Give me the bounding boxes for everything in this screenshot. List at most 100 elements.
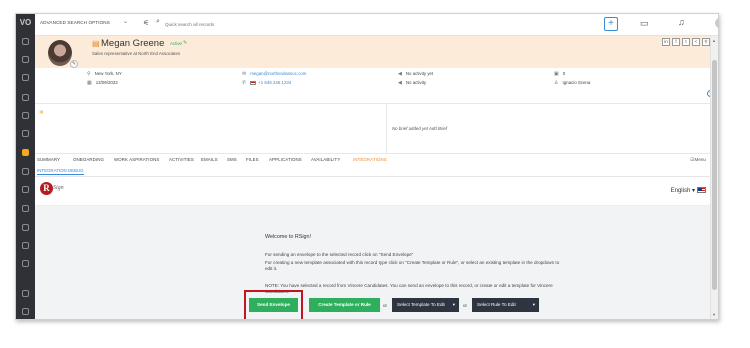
tab-work-aspirations[interactable]: WORK ASPIRATIONS (114, 157, 159, 162)
chat-icon[interactable]: ▭ (640, 18, 649, 29)
count: ▣ 0 (554, 71, 565, 77)
settings-icon[interactable] (22, 290, 29, 297)
tab-files[interactable]: FILES (246, 157, 259, 162)
menu-button[interactable]: ☑Menu (690, 157, 706, 163)
language-selector[interactable]: English ▾ (671, 187, 706, 194)
pin-icon: ⚲ (87, 71, 91, 77)
link-icon[interactable]: ⚲ (702, 38, 710, 46)
dollar-icon[interactable] (22, 168, 29, 175)
tab-sms[interactable]: SMS (227, 157, 237, 162)
chevron-down-icon: ▾ (691, 188, 695, 194)
count-value: 0 (562, 71, 566, 76)
candidate-subtitle: Sales representative at North End Associ… (92, 51, 181, 56)
add-button[interactable]: + (604, 17, 618, 31)
candidate-photo (48, 40, 72, 66)
email-value[interactable]: megan@northendassoc.com (250, 71, 306, 76)
instruction-send: For sending an envelope to the selected … (265, 252, 414, 257)
instruction-create: For creating a new template associated w… (265, 260, 560, 272)
select-template-dropdown[interactable]: Select Template To Edit ▾ (392, 298, 459, 312)
app-window: VO ADVANCED SEARCH OPTIONS ⌄ ⚟ ⌕ + ▭ ♫ ▾… (15, 13, 719, 320)
jobs-icon[interactable] (22, 130, 29, 137)
sidebar: VO (16, 14, 35, 319)
subtab-bar: INTEGRATION DEBUG (35, 166, 710, 177)
status-badge: Active (170, 41, 182, 46)
brief-text[interactable]: No brief added yet Add Brief (392, 126, 447, 131)
settings-icon[interactable]: ✲ (39, 110, 44, 116)
tab-availability[interactable]: AVAILABILITY (311, 157, 340, 162)
user-icon: ♙ (554, 80, 559, 86)
select-rule-dropdown[interactable]: Select Rule To Edit ▾ (472, 298, 539, 312)
cloud-icon[interactable] (22, 56, 29, 63)
select-rule-label: Select Rule To Edit (477, 302, 516, 307)
create-template-button[interactable]: Create Template or Rule (309, 298, 380, 312)
briefcase-icon: ▣ (554, 71, 559, 77)
location: ⚲ New York, NY (87, 71, 122, 77)
phone-value[interactable]: +1 646 245 1234 (258, 80, 291, 85)
info-grid: ⚲ New York, NY ▦ 13/09/2023 ✉ megan@northen… (35, 68, 714, 104)
apps-icon[interactable] (22, 260, 29, 267)
facebook-icon[interactable]: f (672, 38, 680, 46)
us-flag-icon (697, 187, 706, 194)
scroll-down-icon[interactable]: ▼ (712, 312, 716, 317)
candidate-name: Megan Greene (101, 38, 165, 49)
chevron-down-icon[interactable]: ⌄ (123, 18, 128, 25)
tab-activities[interactable]: ACTIVITIES (169, 157, 194, 162)
owner-value: Ignacio Scena (562, 80, 591, 85)
top-bar: ADVANCED SEARCH OPTIONS ⌄ ⚟ ⌕ + ▭ ♫ ▾ (35, 14, 718, 36)
mail-icon[interactable] (22, 205, 29, 212)
email-icon: ✉ (242, 71, 247, 77)
or-label: or (463, 303, 468, 308)
megaphone-icon: ◀ (398, 71, 402, 77)
us-flag-icon (250, 80, 257, 85)
owner: ♙ Ignacio Scena (554, 80, 590, 86)
tab-summary[interactable]: SUMMARY (37, 157, 60, 162)
bell-icon[interactable]: ♫ (678, 17, 685, 27)
building-icon[interactable] (22, 94, 29, 101)
contacts-icon[interactable] (22, 112, 29, 119)
tab-emails[interactable]: EMAILS (201, 157, 218, 162)
scrollbar[interactable]: ▲ ▼ (710, 36, 718, 319)
app-logo[interactable]: VO (18, 17, 33, 29)
reports-icon[interactable] (22, 242, 29, 249)
search-icon: ⌕ (156, 18, 160, 25)
scroll-thumb[interactable] (712, 60, 717, 290)
calendar-icon: ▦ (87, 80, 92, 86)
tab-onboarding[interactable]: ONBOARDING (73, 157, 104, 162)
email[interactable]: ✉ megan@northendassoc.com (242, 71, 306, 77)
send-envelope-button[interactable]: Send Envelope (249, 298, 298, 312)
user-avatar[interactable] (715, 18, 718, 28)
brief-panel: ✲ No brief added yet Add Brief (35, 104, 710, 154)
welcome-heading: Welcome to RSign! (265, 234, 312, 240)
location-value: New York, NY (94, 71, 122, 76)
tools-icon[interactable] (22, 308, 29, 315)
scroll-up-icon[interactable]: ▲ (712, 38, 716, 43)
or-label: or (383, 303, 388, 308)
linkedin-icon[interactable]: in (662, 38, 670, 46)
twitter-icon[interactable]: t (682, 38, 690, 46)
candidate-icon[interactable] (22, 149, 29, 156)
search-input[interactable] (165, 19, 585, 29)
tab-applications[interactable]: APPLICATIONS (269, 157, 302, 162)
photo-edit-icon[interactable]: ✎ (70, 60, 78, 68)
tab-integration-debug[interactable]: INTEGRATION DEBUG (37, 168, 84, 175)
activity-yet-value: No activity yet (405, 71, 434, 76)
calendar-icon[interactable] (22, 224, 29, 231)
briefcase-icon[interactable] (22, 74, 29, 81)
megaphone-icon: ◀ (398, 80, 402, 86)
chevron-down-icon: ▾ (532, 302, 535, 307)
tab-integrations[interactable]: INTEGRATIONS (353, 157, 387, 162)
share-icon[interactable]: < (692, 38, 700, 46)
tab-bar: SUMMARY ONBOARDING WORK ASPIRATIONS ACTI… (35, 154, 710, 166)
edit-icon[interactable]: ✎ (183, 40, 187, 46)
profile-header: ✎ ▤ Megan Greene Active ✎ Sales represen… (35, 36, 718, 68)
rsign-logo: R (40, 182, 53, 195)
target-icon[interactable] (22, 186, 29, 193)
divider (386, 104, 387, 153)
history-icon[interactable] (22, 38, 29, 45)
menu-label: Menu (694, 157, 707, 162)
filter-icon[interactable]: ⚟ (143, 19, 149, 27)
phone[interactable]: ✆ +1 646 245 1234 (242, 80, 291, 86)
advanced-search-options[interactable]: ADVANCED SEARCH OPTIONS (40, 20, 110, 25)
no-activity-value: No activity (405, 80, 427, 85)
rsign-logo-text: Sign (53, 185, 64, 191)
